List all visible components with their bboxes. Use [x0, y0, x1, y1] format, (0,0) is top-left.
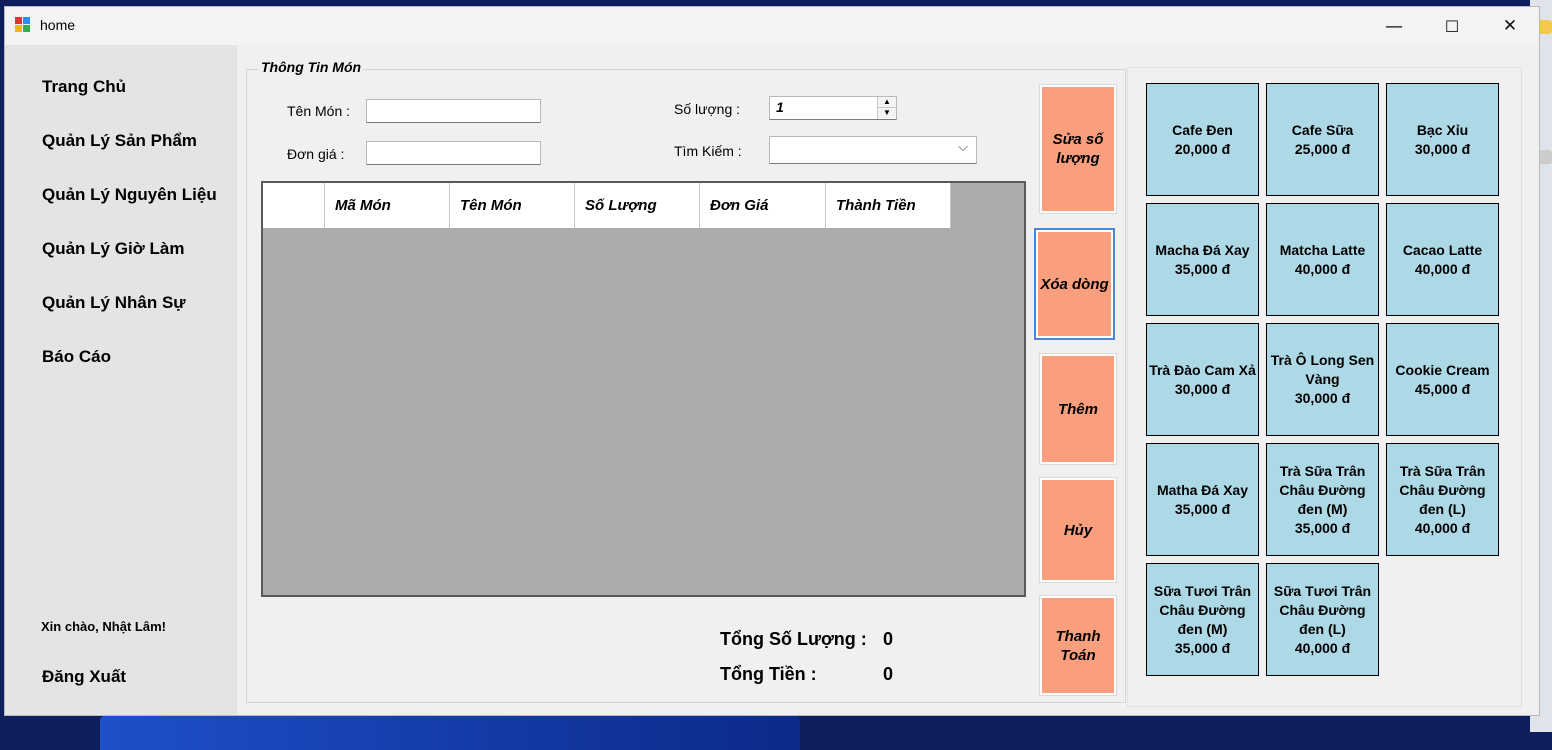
menu-item-price: 40,000 đ — [1414, 519, 1471, 536]
nav-products[interactable]: Quản Lý Sản Phẩm — [42, 131, 197, 151]
quantity-stepper[interactable]: 1 ▲ ▼ — [769, 96, 897, 120]
menu-item-tile[interactable]: Sữa Tươi Trân Châu Đường đen (L) 40,000 đ — [1266, 563, 1379, 676]
price-field[interactable] — [366, 141, 541, 165]
menu-item-tile[interactable]: Cafe Đen 20,000 đ — [1146, 83, 1259, 196]
checkout-button[interactable]: Thanh Toán — [1039, 595, 1117, 696]
search-label: Tìm Kiếm : — [674, 143, 742, 159]
menu-item-tile[interactable]: Matha Đá Xay 35,000 đ — [1146, 443, 1259, 556]
desktop-shortcut-icon[interactable] — [1538, 150, 1552, 164]
menu-item-name: Macha Đá Xay — [1155, 241, 1250, 258]
minimize-button[interactable]: — — [1365, 7, 1423, 45]
quantity-label: Số lượng : — [674, 101, 741, 117]
order-grid[interactable]: Mã Món Tên Món Số Lượng Đơn Giá Thành Ti… — [261, 181, 1026, 597]
cancel-button[interactable]: Hủy — [1039, 477, 1117, 583]
delete-row-button[interactable]: Xóa dòng — [1034, 228, 1115, 340]
spin-down-icon[interactable]: ▼ — [878, 108, 896, 118]
grid-header-row-selector — [263, 183, 325, 228]
menu-item-price: 35,000 đ — [1174, 500, 1231, 517]
grid-header-total[interactable]: Thành Tiền — [826, 183, 951, 228]
menu-item-price: 30,000 đ — [1294, 390, 1351, 406]
menu-item-tile[interactable]: Matcha Latte 40,000 đ — [1266, 203, 1379, 316]
menu-item-name: Trà Ô Long Sen Vàng — [1270, 352, 1375, 387]
menu-item-price: 45,000 đ — [1414, 380, 1471, 397]
nav-home[interactable]: Trang Chủ — [42, 77, 126, 97]
menu-item-price: 35,000 đ — [1294, 519, 1351, 536]
menu-item-price: 40,000 đ — [1414, 260, 1471, 277]
search-combobox[interactable]: ⌵ — [769, 136, 977, 164]
grid-header-code[interactable]: Mã Món — [325, 183, 450, 228]
menu-item-name: Trà Sữa Trân Châu Đường đen (L) — [1399, 462, 1486, 517]
info-group-caption: Thông Tin Món — [259, 59, 364, 75]
chevron-down-icon[interactable]: ⌵ — [958, 139, 968, 155]
title-bar: home — ☐ ✕ — [5, 7, 1539, 45]
total-money-value: 0 — [883, 664, 894, 684]
menu-item-name: Trà Sữa Trân Châu Đường đen (M) — [1279, 462, 1366, 517]
update-quantity-button[interactable]: Sửa số lượng — [1039, 84, 1117, 214]
menu-item-tile[interactable]: Cafe Sữa 25,000 đ — [1266, 83, 1379, 196]
nav-staff[interactable]: Quản Lý Nhân Sự — [42, 293, 186, 313]
add-button[interactable]: Thêm — [1039, 353, 1117, 465]
quantity-value: 1 — [776, 99, 784, 115]
price-label: Đơn giá : — [287, 146, 345, 162]
menu-item-name: Trà Đào Cam Xả — [1149, 361, 1256, 378]
greeting-text: Xin chào, Nhật Lâm! — [41, 619, 166, 634]
menu-item-price: 40,000 đ — [1294, 639, 1351, 656]
menu-item-tile[interactable]: Cacao Latte 40,000 đ — [1386, 203, 1499, 316]
desktop-shortcut-icon[interactable] — [1538, 20, 1552, 34]
menu-item-tile[interactable]: Trà Sữa Trân Châu Đường đen (M) 35,000 đ — [1266, 443, 1379, 556]
menu-item-name: Cafe Đen — [1172, 121, 1233, 138]
menu-item-name: Cacao Latte — [1402, 241, 1483, 258]
menu-item-tile[interactable]: Sữa Tươi Trân Châu Đường đen (M) 35,000 đ — [1146, 563, 1259, 676]
close-button[interactable]: ✕ — [1481, 7, 1539, 45]
nav-reports[interactable]: Báo Cáo — [42, 347, 111, 367]
menu-item-price: 40,000 đ — [1294, 260, 1351, 277]
spin-buttons[interactable]: ▲ ▼ — [877, 97, 896, 119]
total-quantity-value: 0 — [883, 629, 894, 649]
menu-item-tile[interactable]: Cookie Cream 45,000 đ — [1386, 323, 1499, 436]
menu-item-tile[interactable]: Macha Đá Xay 35,000 đ — [1146, 203, 1259, 316]
menu-item-price: 25,000 đ — [1294, 140, 1351, 157]
window-title: home — [40, 17, 76, 33]
menu-item-name: Cookie Cream — [1395, 361, 1490, 378]
menu-item-tile[interactable]: Trà Đào Cam Xả 30,000 đ — [1146, 323, 1259, 436]
nav-work-hours[interactable]: Quản Lý Giờ Làm — [42, 239, 184, 259]
app-window: home — ☐ ✕ Trang Chủ Quản Lý Sản Phẩm Qu… — [4, 6, 1540, 716]
menu-item-name: Matha Đá Xay — [1156, 481, 1249, 498]
menu-item-tile[interactable]: Trà Ô Long Sen Vàng 30,000 đ — [1266, 323, 1379, 436]
grid-header: Mã Món Tên Món Số Lượng Đơn Giá Thành Ti… — [263, 183, 951, 228]
menu-item-name: Sữa Tươi Trân Châu Đường đen (L) — [1273, 582, 1372, 637]
menu-item-name: Matcha Latte — [1279, 241, 1366, 258]
spin-up-icon[interactable]: ▲ — [878, 97, 896, 108]
menu-item-name: Bạc Xỉu — [1416, 121, 1469, 138]
menu-item-price: 35,000 đ — [1174, 639, 1231, 656]
menu-item-price: 35,000 đ — [1174, 260, 1231, 277]
name-field[interactable] — [366, 99, 541, 123]
total-money-label: Tổng Tiền : — [720, 664, 817, 684]
menu-item-price: 30,000 đ — [1174, 380, 1231, 397]
grid-header-name[interactable]: Tên Món — [450, 183, 575, 228]
menu-item-price: 30,000 đ — [1414, 140, 1471, 157]
logout-button[interactable]: Đăng Xuất — [42, 667, 126, 687]
menu-item-tile[interactable]: Bạc Xỉu 30,000 đ — [1386, 83, 1499, 196]
maximize-button[interactable]: ☐ — [1423, 7, 1481, 45]
name-label: Tên Món : — [287, 103, 351, 119]
app-window-icon — [15, 17, 31, 33]
menu-item-price: 20,000 đ — [1174, 140, 1231, 157]
menu-item-tile[interactable]: Trà Sữa Trân Châu Đường đen (L) 40,000 đ — [1386, 443, 1499, 556]
nav-ingredients[interactable]: Quản Lý Nguyên Liệu — [42, 185, 217, 205]
menu-item-name: Sữa Tươi Trân Châu Đường đen (M) — [1153, 582, 1252, 637]
menu-item-name: Cafe Sữa — [1291, 121, 1354, 138]
grid-header-price[interactable]: Đơn Giá — [700, 183, 826, 228]
grid-header-quantity[interactable]: Số Lượng — [575, 183, 700, 228]
sidebar: Trang Chủ Quản Lý Sản Phẩm Quản Lý Nguyê… — [5, 45, 237, 715]
total-quantity-label: Tổng Số Lượng : — [720, 629, 867, 649]
